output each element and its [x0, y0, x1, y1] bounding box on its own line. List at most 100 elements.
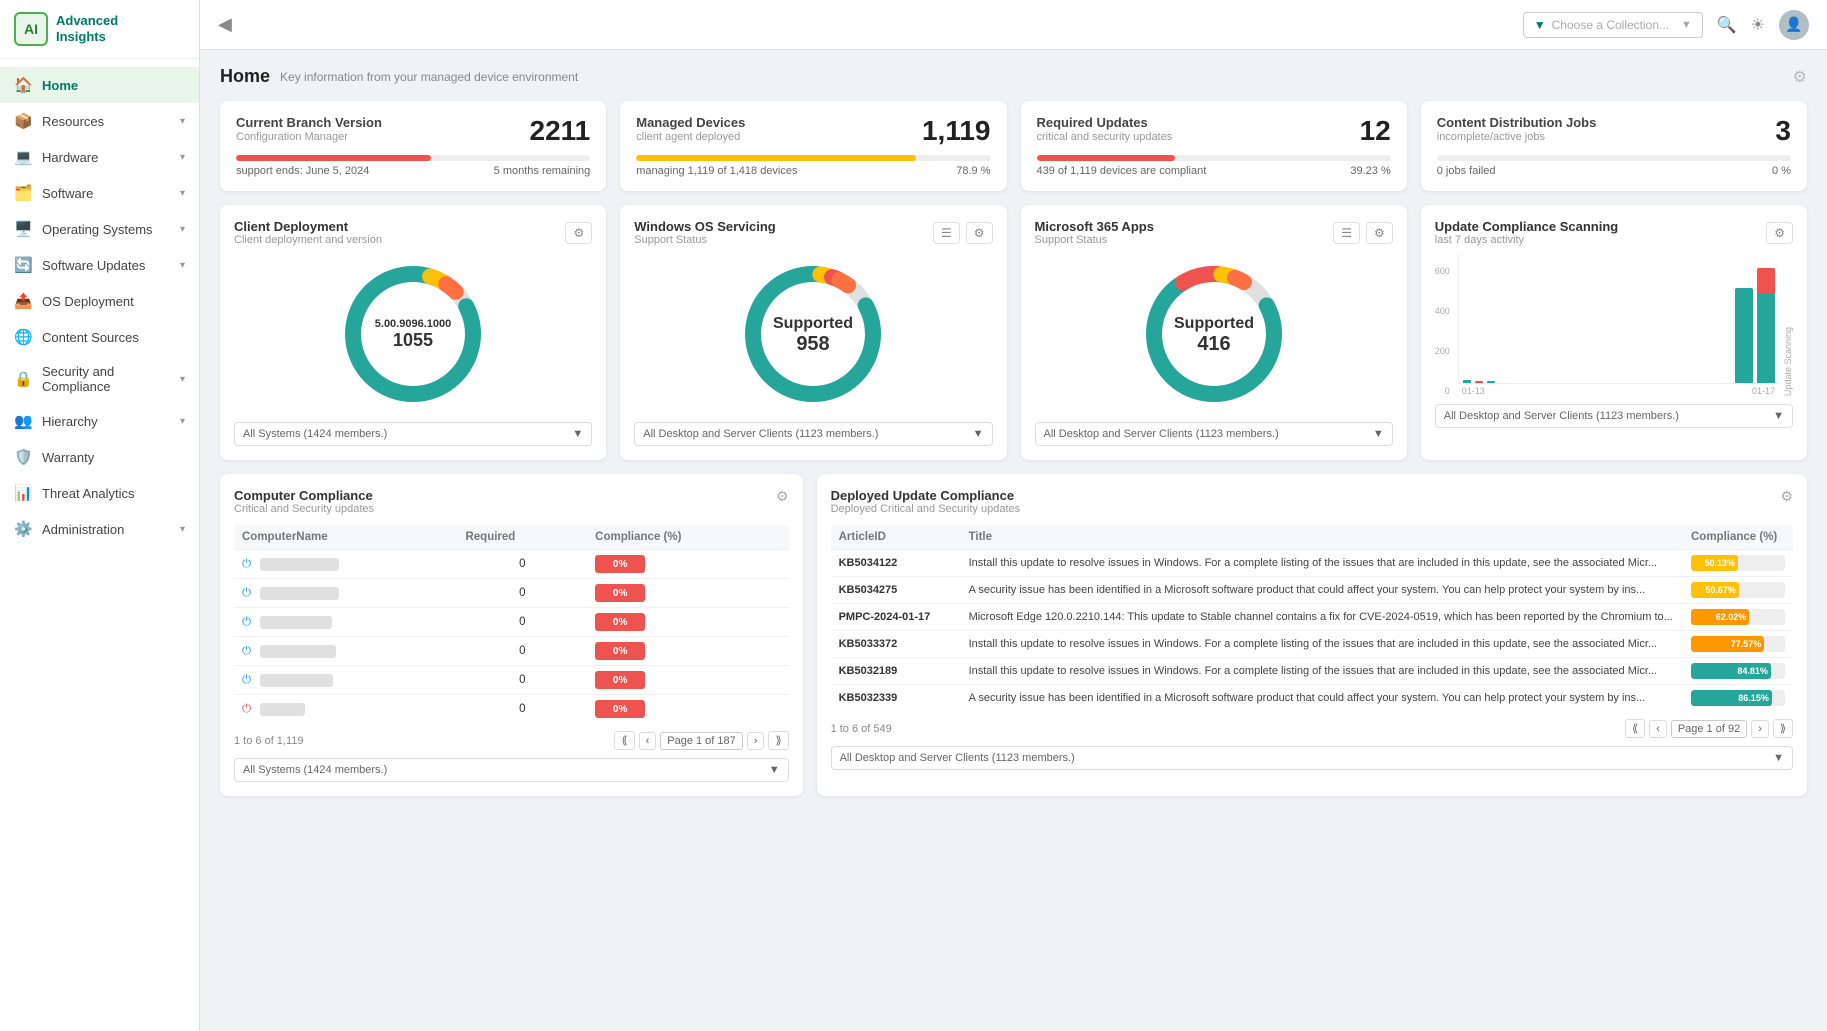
dropdown-arrow-icon: ▼	[769, 764, 780, 776]
chevron-down-icon: ▾	[180, 260, 185, 271]
windows-servicing-settings-button[interactable]: ⚙	[966, 222, 993, 244]
sidebar-item-software-updates[interactable]: 🔄 Software Updates ▾	[0, 247, 199, 283]
sidebar-item-operating-systems[interactable]: 🖥️ Operating Systems ▾	[0, 211, 199, 247]
compliance-pct-cell: 0%	[587, 579, 788, 608]
bar-green-small1	[1463, 380, 1471, 383]
settings-icon[interactable]: ⚙	[1793, 67, 1807, 87]
branch-version-value: 2211	[530, 115, 591, 147]
update-compliance-pct-cell: 50.67%	[1683, 577, 1793, 604]
sidebar-item-home[interactable]: 🏠 Home	[0, 67, 199, 103]
update-compliance-title: Deployed Update Compliance	[831, 488, 1021, 503]
client-deployment-title: Client Deployment	[234, 219, 382, 234]
page-header: Home Key information from your managed d…	[220, 66, 1807, 87]
required-updates-bar-fill	[1037, 155, 1175, 161]
widget-m365-apps: Microsoft 365 Apps Support Status ☰ ⚙	[1021, 205, 1407, 460]
managed-devices-value: 1,119	[922, 115, 991, 147]
update-compliance-table: ArticleID Title Compliance (%) KB5034122…	[831, 525, 1793, 711]
sidebar-item-resources[interactable]: 📦 Resources ▾	[0, 103, 199, 139]
col-compliance-pct-update: Compliance (%)	[1683, 525, 1793, 550]
table-row: ⏻ DESKTOP-A1 0 0%	[234, 550, 789, 579]
update-compliance-scan-select[interactable]: All Desktop and Server Clients (1123 mem…	[1435, 404, 1793, 428]
sidebar-item-hierarchy[interactable]: 👥 Hierarchy ▾	[0, 403, 199, 439]
m365-apps-settings-button[interactable]: ⚙	[1366, 222, 1393, 244]
managed-devices-subtitle: client agent deployed	[636, 131, 745, 143]
sidebar-item-warranty[interactable]: 🛡️ Warranty	[0, 439, 199, 475]
computer-name-cell: ⏻ PC-F6	[234, 695, 457, 724]
client-deployment-donut: 5.00.9096.1000 1055	[234, 254, 592, 414]
sidebar-item-os-deployment[interactable]: 📤 OS Deployment	[0, 283, 199, 319]
dist-jobs-value: 3	[1775, 115, 1791, 147]
sidebar-item-threat-analytics[interactable]: 📊 Threat Analytics	[0, 475, 199, 511]
update-compliance-scan-title: Update Compliance Scanning	[1435, 219, 1618, 234]
sidebar-item-administration[interactable]: ⚙️ Administration ▾	[0, 511, 199, 547]
update-compliance-pct-cell: 86.15%	[1683, 685, 1793, 712]
computer-compliance-settings-button[interactable]: ⚙	[776, 488, 789, 505]
sidebar-item-hardware[interactable]: 💻 Hardware ▾	[0, 139, 199, 175]
page-nav: ⟪ ‹ Page 1 of 187 › ⟫	[614, 731, 788, 750]
stat-cards-row: Current Branch Version Configuration Man…	[220, 101, 1807, 191]
update-compliance-settings-button[interactable]: ⚙	[1780, 488, 1793, 505]
m365-apps-list-button[interactable]: ☰	[1333, 222, 1360, 244]
table-row: ⏻ DESKTOP-B2 0 0%	[234, 579, 789, 608]
last-page-button[interactable]: ⟫	[1773, 719, 1793, 738]
search-icon[interactable]: 🔍	[1717, 15, 1737, 35]
article-title-cell: Install this update to resolve issues in…	[961, 658, 1683, 685]
page-content: Home Key information from your managed d…	[200, 50, 1827, 1031]
prev-page-button[interactable]: ‹	[1649, 720, 1667, 738]
sidebar-item-security-compliance[interactable]: 🔒 Security and Compliance ▾	[0, 355, 199, 403]
update-compliance-card: Deployed Update Compliance Deployed Crit…	[817, 474, 1807, 796]
required-cell: 0	[457, 550, 587, 579]
updates-icon: 🔄	[14, 256, 32, 274]
sidebar-item-content-sources[interactable]: 🌐 Content Sources	[0, 319, 199, 355]
client-deployment-settings-button[interactable]: ⚙	[565, 222, 592, 244]
table-row: KB5032339 A security issue has been iden…	[831, 685, 1793, 712]
m365-apps-select[interactable]: All Desktop and Server Clients (1123 mem…	[1035, 422, 1393, 446]
windows-servicing-list-button[interactable]: ☰	[933, 222, 960, 244]
client-deployment-select[interactable]: All Systems (1424 members.) ▼	[234, 422, 592, 446]
computer-compliance-select[interactable]: All Systems (1424 members.) ▼	[234, 758, 789, 782]
widget-client-deployment: Client Deployment Client deployment and …	[220, 205, 606, 460]
user-avatar[interactable]: 👤	[1779, 10, 1809, 40]
update-compliance-select[interactable]: All Desktop and Server Clients (1123 mem…	[831, 746, 1793, 770]
table-row: ⏻ PC-F6 0 0%	[234, 695, 789, 724]
page-subtitle: Key information from your managed device…	[280, 70, 578, 84]
compliance-pct-cell: 0%	[587, 666, 788, 695]
svg-text:416: 416	[1197, 333, 1230, 355]
computer-name-cell: ⏻ LAPTOP-C3	[234, 608, 457, 637]
first-page-button[interactable]: ⟪	[614, 731, 634, 750]
dropdown-arrow-icon: ▼	[1373, 428, 1384, 440]
windows-servicing-select[interactable]: All Desktop and Server Clients (1123 mem…	[634, 422, 992, 446]
prev-page-button[interactable]: ‹	[639, 732, 657, 750]
first-page-button[interactable]: ⟪	[1625, 719, 1645, 738]
chevron-down-icon: ▾	[180, 224, 185, 235]
chevron-down-icon: ▾	[180, 524, 185, 535]
managed-devices-bar	[636, 155, 990, 161]
theme-icon[interactable]: ☀	[1751, 15, 1765, 35]
next-page-button[interactable]: ›	[747, 732, 765, 750]
compliance-pct-cell: 0%	[587, 550, 788, 579]
update-compliance-pct-cell: 62.02%	[1683, 604, 1793, 631]
required-updates-footer: 439 of 1,119 devices are compliant 39.23…	[1037, 165, 1391, 177]
current-page-button[interactable]: Page 1 of 187	[660, 732, 743, 750]
bar-green-large	[1735, 288, 1753, 383]
threat-icon: 📊	[14, 484, 32, 502]
client-deployment-subtitle: Client deployment and version	[234, 234, 382, 246]
update-compliance-subtitle: Deployed Critical and Security updates	[831, 503, 1021, 515]
col-article-id: ArticleID	[831, 525, 961, 550]
branch-version-bar	[236, 155, 590, 161]
next-page-button[interactable]: ›	[1751, 720, 1769, 738]
collection-select[interactable]: ▼ Choose a Collection... ▼	[1523, 12, 1703, 38]
chevron-down-icon: ▾	[180, 374, 185, 385]
sidebar-item-software[interactable]: 🗂️ Software ▾	[0, 175, 199, 211]
col-computer-name: ComputerName	[234, 525, 457, 550]
branch-version-bar-fill	[236, 155, 431, 161]
last-page-button[interactable]: ⟫	[768, 731, 788, 750]
collapse-sidebar-button[interactable]: ◀	[218, 14, 232, 35]
table-row: KB5034122 Install this update to resolve…	[831, 550, 1793, 577]
current-page-button[interactable]: Page 1 of 92	[1671, 720, 1747, 738]
table-row: KB5032189 Install this update to resolve…	[831, 658, 1793, 685]
managed-devices-footer: managing 1,119 of 1,418 devices 78.9 %	[636, 165, 990, 177]
compliance-pct-cell: 0%	[587, 695, 788, 724]
bottom-table-row: Computer Compliance Critical and Securit…	[220, 474, 1807, 796]
update-compliance-scan-settings-button[interactable]: ⚙	[1766, 222, 1793, 244]
